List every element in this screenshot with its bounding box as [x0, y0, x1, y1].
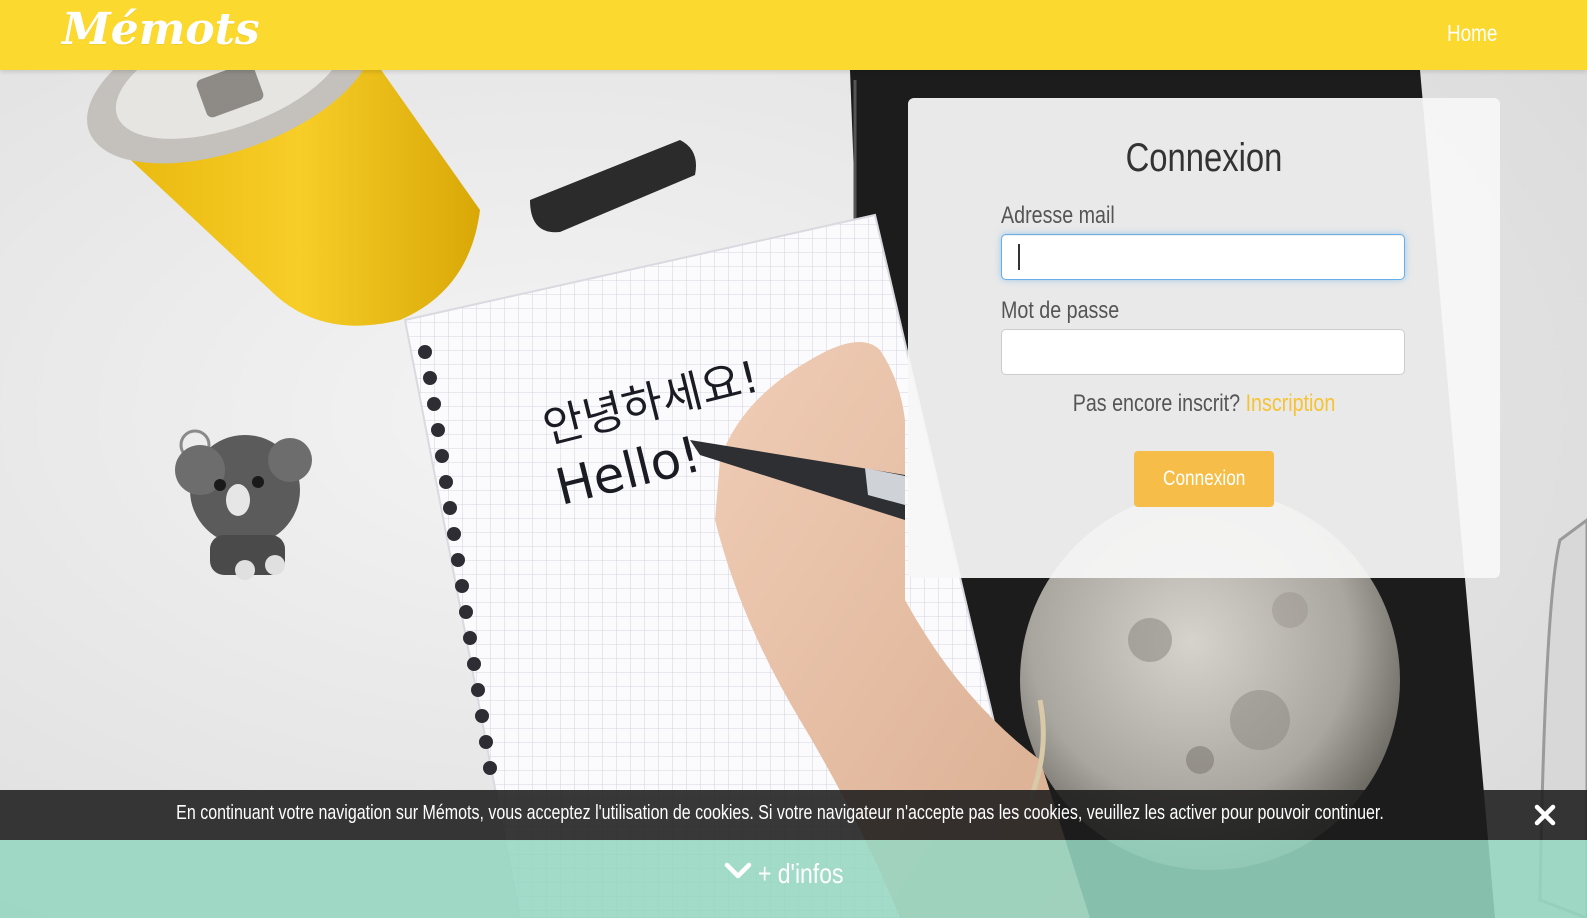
email-label: Adresse mail — [1001, 202, 1115, 229]
signup-prompt-text: Pas encore inscrit? — [1072, 390, 1241, 417]
cookie-banner: En continuant votre navigation sur Mémot… — [0, 790, 1587, 840]
login-card: Connexion Adresse mail Mot de passe Pas … — [908, 98, 1500, 578]
chevron-down-icon — [725, 862, 752, 878]
cookie-banner-text: En continuant votre navigation sur Mémot… — [176, 802, 1384, 824]
signup-link[interactable]: Inscription — [1246, 390, 1336, 417]
signup-prompt-line: Pas encore inscrit? Inscription — [961, 390, 1446, 418]
login-submit-label: Connexion — [1162, 467, 1246, 490]
password-input[interactable] — [1001, 329, 1405, 375]
password-label: Mot de passe — [1001, 297, 1120, 324]
top-navbar: Mémots Home — [0, 0, 1587, 70]
more-info-content: + d'infos — [0, 856, 1587, 890]
login-title: Connexion — [1125, 136, 1283, 180]
login-submit-button[interactable]: Connexion — [1134, 451, 1274, 507]
more-info-label: + d'infos — [758, 857, 844, 889]
more-info-bar[interactable]: + d'infos — [0, 840, 1587, 918]
brand-logo[interactable]: Mémots — [62, 4, 260, 55]
page: 안녕하세요! Hello! Mémots Home Connexion Adre… — [0, 0, 1587, 918]
email-input[interactable] — [1001, 234, 1405, 280]
close-icon[interactable] — [1531, 801, 1559, 829]
nav-home-link[interactable]: Home — [1447, 20, 1497, 47]
